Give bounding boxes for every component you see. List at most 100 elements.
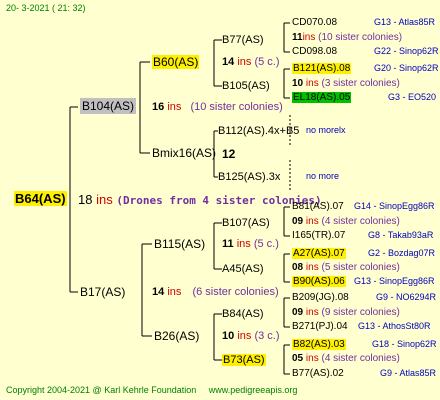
g2-count-1: 12 bbox=[222, 147, 236, 161]
g1-name-1[interactable]: B17(AS) bbox=[80, 285, 125, 299]
g4-drone-2[interactable]: CD098.08 bbox=[292, 47, 337, 57]
g3-queen-4[interactable]: B107(AS) bbox=[222, 218, 270, 229]
root-queen[interactable]: B64(AS) bbox=[14, 191, 67, 206]
g2-queen-1[interactable]: Bmix16(AS) bbox=[152, 147, 216, 159]
g2-note-0: (5 c.) bbox=[254, 56, 280, 68]
g4-sis-11: 09 ins (9 sister colonies) bbox=[292, 308, 400, 318]
g4-sis-4: 10 ins (3 sister colonies) bbox=[292, 79, 400, 89]
root-stats: 18 ins (Drones from 4 sister colonies) bbox=[78, 193, 322, 206]
root-note: (Drones from 4 sister colonies) bbox=[116, 194, 322, 207]
g2-ins-2: ins bbox=[236, 238, 251, 250]
g2-queen-3[interactable]: B26(AS) bbox=[154, 330, 199, 342]
g2-queen-2[interactable]: B115(AS) bbox=[154, 238, 205, 250]
g2-name-1[interactable]: Bmix16(AS) bbox=[152, 146, 216, 160]
g3-ins-5: ins bbox=[305, 262, 319, 273]
g4-drone-7[interactable]: I165(TR).07 bbox=[292, 231, 345, 241]
g1-queen-0[interactable]: B104(AS) bbox=[80, 98, 137, 114]
g4-id-7: G8 - Takab93aR bbox=[368, 230, 434, 240]
g4-id-11: G13 - AthosSt80R bbox=[358, 321, 431, 331]
g4-id-5: G3 - EO520 bbox=[388, 92, 437, 102]
g1-count-1: 14 bbox=[152, 286, 165, 298]
g1-note-1: (6 sister colonies) bbox=[192, 286, 279, 298]
g4-drone-12[interactable]: B82(AS).03 bbox=[292, 339, 346, 350]
g1-stats-1: 14 ins (6 sister colonies) bbox=[152, 287, 279, 298]
copyright-text: Copyright 2004-2021 @ Karl Kehrle Founda… bbox=[6, 385, 197, 395]
g4-drone-8[interactable]: A27(AS).07 bbox=[292, 248, 346, 259]
g2-name-0[interactable]: B60(AS) bbox=[152, 55, 200, 69]
g4-drone-9[interactable]: B90(AS).06 bbox=[292, 276, 346, 287]
g4-note-1: (10 sister colonies) bbox=[318, 32, 403, 43]
g3-queen-3[interactable]: B125(AS).3x bbox=[218, 172, 280, 183]
g4-id-13: G9 - Atlas85R bbox=[380, 368, 437, 378]
g3-count-4: 09 bbox=[292, 216, 304, 227]
g4-id-3: G20 - Sinop62R bbox=[374, 63, 439, 73]
g2-name-3[interactable]: B26(AS) bbox=[154, 329, 199, 343]
g4-drone-5[interactable]: EL18(AS).05 bbox=[292, 92, 352, 103]
g4-id-10: G9 - NO6294R bbox=[376, 292, 437, 302]
g3-note-6: (9 sister colonies) bbox=[321, 307, 400, 318]
g1-count-0: 16 bbox=[152, 101, 165, 113]
g3-note-7: (4 sister colonies) bbox=[321, 353, 400, 364]
g4-note-4: (3 sister colonies) bbox=[321, 78, 400, 89]
g4-name-8[interactable]: A27(AS).07 bbox=[292, 248, 346, 259]
g1-note-0: (10 sister colonies) bbox=[190, 101, 283, 113]
g2-count-2: 11 bbox=[222, 238, 234, 250]
g4-count-1: 11 bbox=[292, 32, 303, 43]
g1-ins-0: ins bbox=[167, 101, 182, 113]
g3-queen-5[interactable]: A45(AS) bbox=[222, 264, 264, 275]
g4-sis-7: 09 ins (4 sister colonies) bbox=[292, 217, 400, 227]
root-name[interactable]: B64(AS) bbox=[14, 191, 67, 206]
g2-stats-0: 14 ins (5 c.) bbox=[222, 57, 280, 68]
g4-drone-10[interactable]: B209(JG).08 bbox=[292, 293, 349, 303]
g2-count-3: 10 bbox=[222, 330, 235, 342]
g4-name-9[interactable]: B90(AS).06 bbox=[292, 276, 346, 287]
g2-note-2: (5 c.) bbox=[253, 238, 279, 250]
root-ins: ins bbox=[96, 192, 113, 207]
g1-ins-1: ins bbox=[167, 286, 182, 298]
g3-note-2: no morelx bbox=[306, 125, 346, 135]
g4-id-8: G2 - Bozdag07R bbox=[368, 248, 436, 258]
g3-count-6: 09 bbox=[292, 307, 304, 318]
g3-queen-6[interactable]: B84(AS) bbox=[222, 309, 264, 320]
g3-queen-7[interactable]: B73(AS) bbox=[222, 354, 266, 366]
g3-ins-4: ins bbox=[305, 216, 319, 227]
g4-drone-11[interactable]: B271(PJ).04 bbox=[292, 322, 348, 332]
g4-ins-1: ins bbox=[302, 32, 316, 43]
g1-name-0[interactable]: B104(AS) bbox=[80, 98, 137, 114]
g2-count-0: 14 bbox=[222, 56, 235, 68]
g1-stats-0: 16 ins (10 sister colonies) bbox=[152, 102, 283, 113]
g4-name-3[interactable]: B121(AS).08 bbox=[292, 63, 352, 74]
g3-queen-1[interactable]: B105(AS) bbox=[222, 81, 270, 92]
g4-name-5[interactable]: EL18(AS).05 bbox=[292, 92, 352, 103]
g3-count-5: 08 bbox=[292, 262, 304, 273]
g4-id-9: G13 - SinopEgg86R bbox=[354, 276, 435, 286]
g4-sis-0: 11ins (10 sister colonies) bbox=[292, 33, 402, 43]
g3-ins-7: ins bbox=[305, 353, 319, 364]
g3-queen-0[interactable]: B77(AS) bbox=[222, 35, 264, 46]
g4-sis-13: 05 ins (4 sister colonies) bbox=[292, 354, 400, 364]
g2-note-3: (3 c.) bbox=[254, 330, 280, 342]
g1-queen-1[interactable]: B17(AS) bbox=[80, 286, 125, 298]
g3-note-3: no more bbox=[306, 171, 340, 181]
g4-name-12[interactable]: B82(AS).03 bbox=[292, 339, 346, 350]
root-count: 18 bbox=[78, 192, 93, 207]
g4-count-4: 10 bbox=[292, 78, 304, 89]
g3-note-4: (4 sister colonies) bbox=[321, 216, 400, 227]
timestamp-header: 20- 3-2021 ( 21: 32) bbox=[6, 3, 86, 13]
g4-id-2: G22 - Sinop62R bbox=[374, 46, 439, 56]
g2-queen-0[interactable]: B60(AS) bbox=[152, 55, 200, 69]
g4-drone-0[interactable]: CD070.08 bbox=[292, 18, 337, 28]
site-link[interactable]: www.pedigreeapis.org bbox=[209, 385, 298, 395]
g2-ins-0: ins bbox=[237, 56, 252, 68]
g2-stats-2: 11 ins (5 c.) bbox=[222, 239, 279, 250]
g3-count-7: 05 bbox=[292, 353, 304, 364]
g4-drone-3[interactable]: B121(AS).08 bbox=[292, 63, 352, 74]
g2-name-2[interactable]: B115(AS) bbox=[154, 237, 205, 251]
g3-queen-2[interactable]: B112(AS).4x+B5 bbox=[218, 126, 299, 137]
g3-ins-6: ins bbox=[305, 307, 319, 318]
copyright-footer: Copyright 2004-2021 @ Karl Kehrle Founda… bbox=[6, 386, 297, 395]
g4-drone-6[interactable]: B81(AS).07 bbox=[292, 202, 344, 212]
g2-ins-3: ins bbox=[237, 330, 252, 342]
g3-name-7[interactable]: B73(AS) bbox=[222, 354, 266, 366]
g4-drone-13[interactable]: B77(AS).02 bbox=[292, 369, 344, 379]
